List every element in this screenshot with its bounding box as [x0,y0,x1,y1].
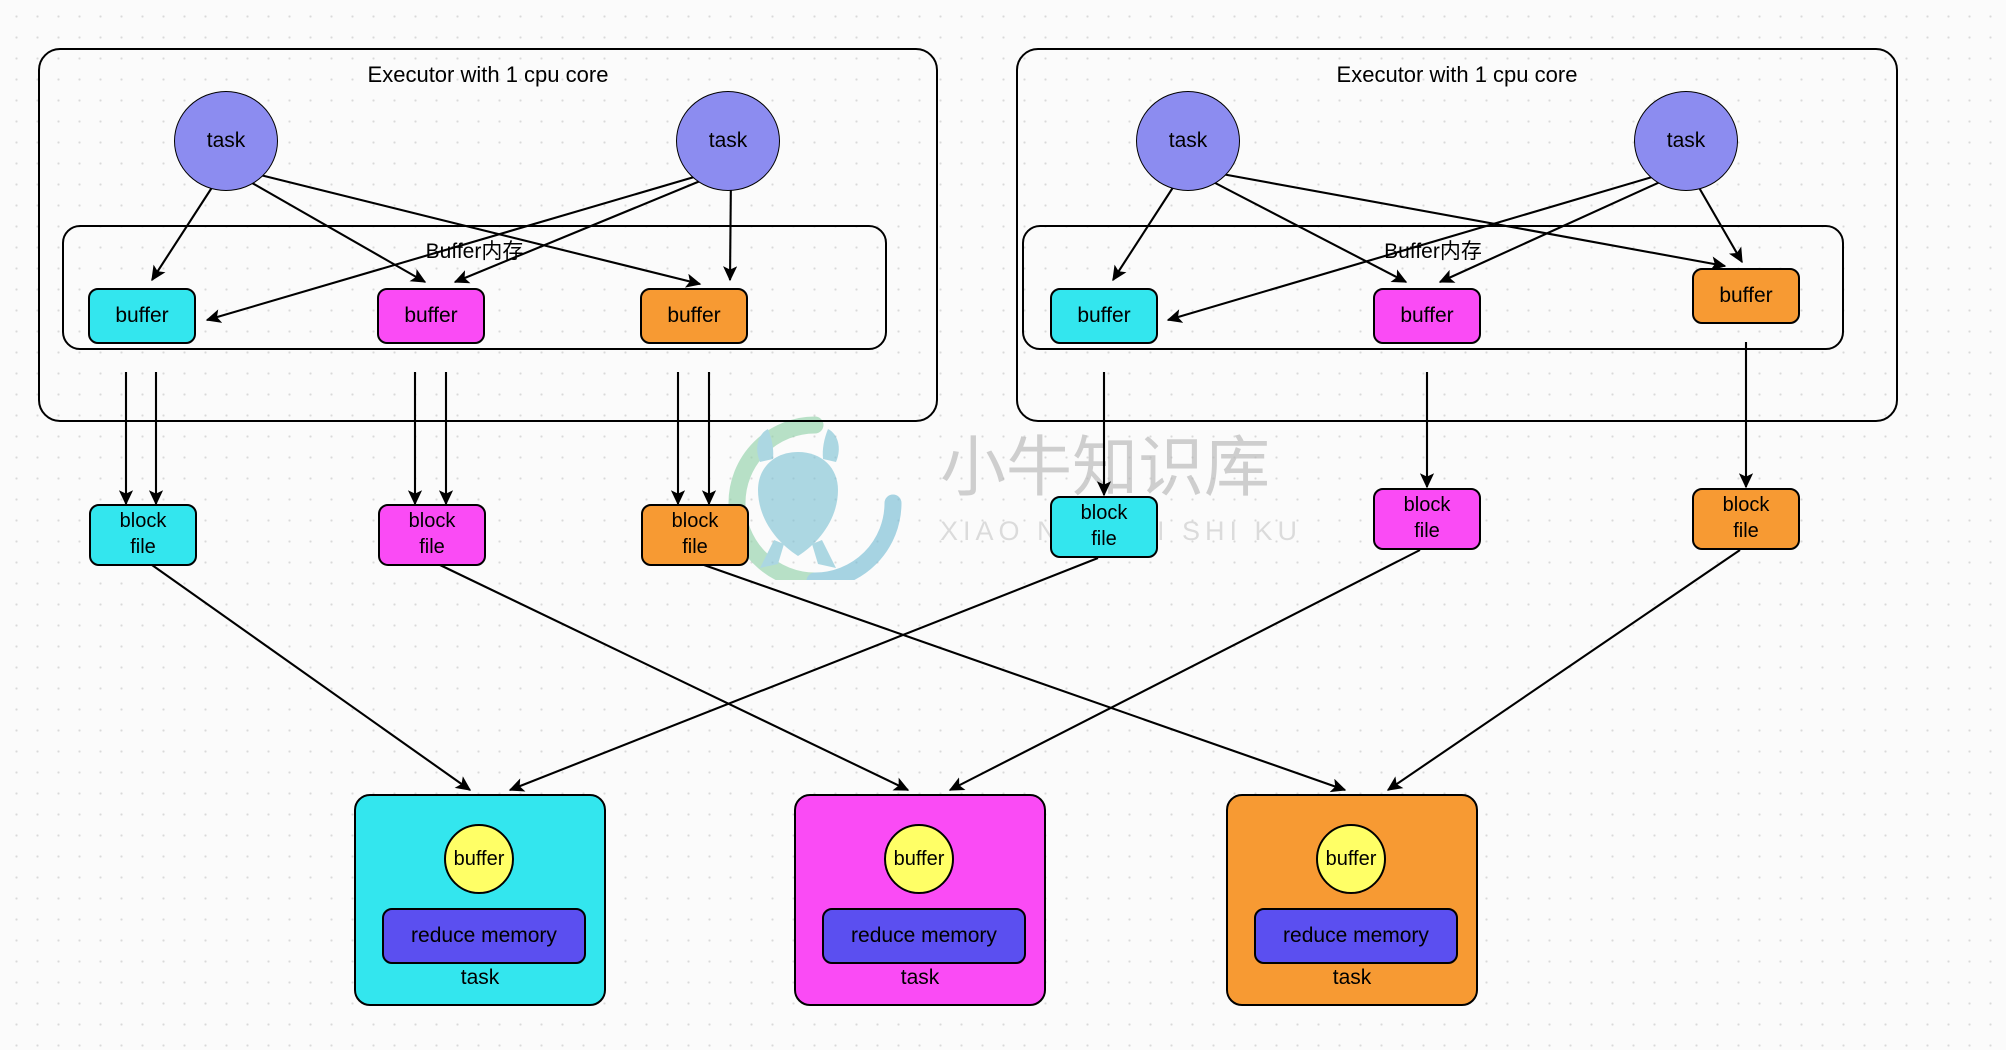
diagram-canvas: 小牛知识库 XIAO NIU ZHI SHI KU [0,0,2006,1050]
block-file-5[interactable]: block file [1373,488,1481,550]
block-file-1-line2: file [130,536,156,558]
reduce-task-magenta-reduce-memory[interactable]: reduce memory [822,908,1026,964]
executor-left-buffer-cyan[interactable]: buffer [88,288,196,344]
block-file-3-line1: block [671,510,719,533]
executor-right-buffer-magenta[interactable]: buffer [1373,288,1481,344]
block-file-2[interactable]: block file [378,504,486,566]
executor-left-task-2[interactable]: task [676,91,780,191]
reduce-task-magenta[interactable]: buffer reduce memory task [794,794,1046,1006]
block-file-1-line1: block [119,510,167,533]
reduce-task-cyan-reduce-memory[interactable]: reduce memory [382,908,586,964]
buffer-memory-left-title: Buffer内存 [425,240,524,263]
block-file-5-line2: file [1414,520,1440,542]
buffer-memory-right-title: Buffer内存 [1384,240,1482,263]
executor-right-buffer-orange-label: buffer [1719,284,1773,307]
executor-right-task-1-label: task [1168,129,1208,152]
block-file-6-line2: file [1733,520,1759,542]
reduce-task-cyan[interactable]: buffer reduce memory task [354,794,606,1006]
block-file-6[interactable]: block file [1692,488,1800,550]
reduce-task-orange[interactable]: buffer reduce memory task [1226,794,1478,1006]
executor-right-buffer-magenta-label: buffer [1400,304,1454,327]
executor-right-task-2-label: task [1666,129,1706,152]
reduce-task-magenta-label: task [900,966,940,989]
block-file-4[interactable]: block file [1050,496,1158,558]
reduce-task-orange-buffer-label: buffer [1325,847,1377,870]
block-file-3-line2: file [682,536,708,558]
reduce-task-orange-reduce-memory[interactable]: reduce memory [1254,908,1458,964]
reduce-task-cyan-label: task [460,966,500,989]
executor-left-buffer-magenta-label: buffer [404,304,458,327]
executor-left-task-1-label: task [206,129,246,152]
reduce-task-cyan-buffer[interactable]: buffer [444,824,514,894]
block-file-2-line1: block [408,510,456,533]
executor-left-buffer-orange[interactable]: buffer [640,288,748,344]
reduce-task-cyan-buffer-label: buffer [453,847,505,870]
block-file-4-line1: block [1080,502,1128,525]
executor-left-buffer-magenta[interactable]: buffer [377,288,485,344]
executor-right-task-1[interactable]: task [1136,91,1240,191]
executor-right-buffer-orange[interactable]: buffer [1692,268,1800,324]
reduce-task-orange-reduce-label: reduce memory [1283,924,1429,947]
executor-left-title: Executor with 1 cpu core [367,62,609,87]
block-file-6-line1: block [1722,494,1770,517]
executor-left-task-2-label: task [708,129,748,152]
executor-left-buffer-orange-label: buffer [667,304,721,327]
executor-left-buffer-cyan-label: buffer [115,304,169,327]
block-file-2-line2: file [419,536,445,558]
reduce-task-magenta-reduce-label: reduce memory [851,924,997,947]
reduce-task-cyan-reduce-label: reduce memory [411,924,557,947]
reduce-task-orange-buffer[interactable]: buffer [1316,824,1386,894]
block-file-3[interactable]: block file [641,504,749,566]
executor-right-buffer-cyan-label: buffer [1077,304,1131,327]
reduce-task-orange-label: task [1332,966,1372,989]
block-file-5-line1: block [1403,494,1451,517]
executor-right-task-2[interactable]: task [1634,91,1738,191]
executor-right-buffer-cyan[interactable]: buffer [1050,288,1158,344]
reduce-task-magenta-buffer[interactable]: buffer [884,824,954,894]
executor-left-task-1[interactable]: task [174,91,278,191]
block-file-4-line2: file [1091,528,1117,550]
reduce-task-magenta-buffer-label: buffer [893,847,945,870]
block-file-1[interactable]: block file [89,504,197,566]
executor-right-title: Executor with 1 cpu core [1336,62,1578,87]
